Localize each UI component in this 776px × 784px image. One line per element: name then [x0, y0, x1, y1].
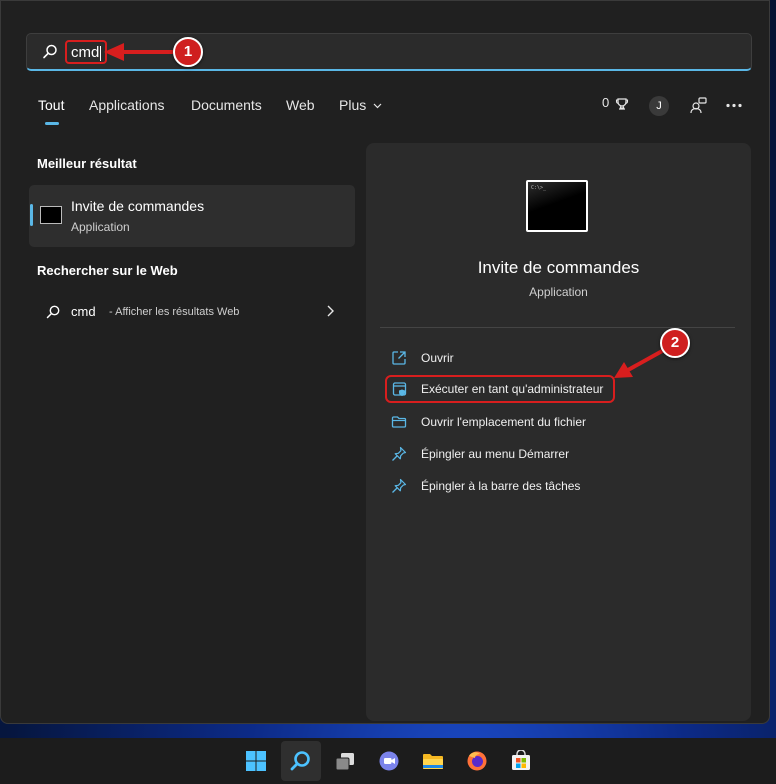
taskbar-search-button[interactable]	[281, 741, 321, 781]
task-view-button[interactable]	[325, 741, 365, 781]
task-view-icon	[335, 753, 354, 771]
search-icon	[290, 751, 310, 771]
firefox-icon	[467, 751, 487, 771]
annotation-arrow-2	[614, 348, 665, 378]
annotation-badge-2: 2	[660, 328, 690, 358]
annotation-badge-1: 1	[173, 37, 203, 67]
file-explorer-button[interactable]	[413, 741, 453, 781]
start-button[interactable]	[236, 741, 276, 781]
firefox-button[interactable]	[457, 741, 497, 781]
file-explorer-icon	[423, 754, 443, 769]
microsoft-store-icon	[512, 750, 530, 770]
teams-chat-button[interactable]	[369, 741, 409, 781]
annotation-badge-1-text: 1	[183, 43, 193, 60]
annotation-arrows	[104, 43, 665, 378]
teams-chat-icon	[379, 751, 399, 771]
taskbar	[0, 738, 776, 784]
annotation-badge-2-text: 2	[670, 334, 680, 351]
annotation-arrow-1	[104, 43, 178, 61]
microsoft-store-button[interactable]	[501, 741, 541, 781]
windows-start-icon	[246, 751, 266, 771]
